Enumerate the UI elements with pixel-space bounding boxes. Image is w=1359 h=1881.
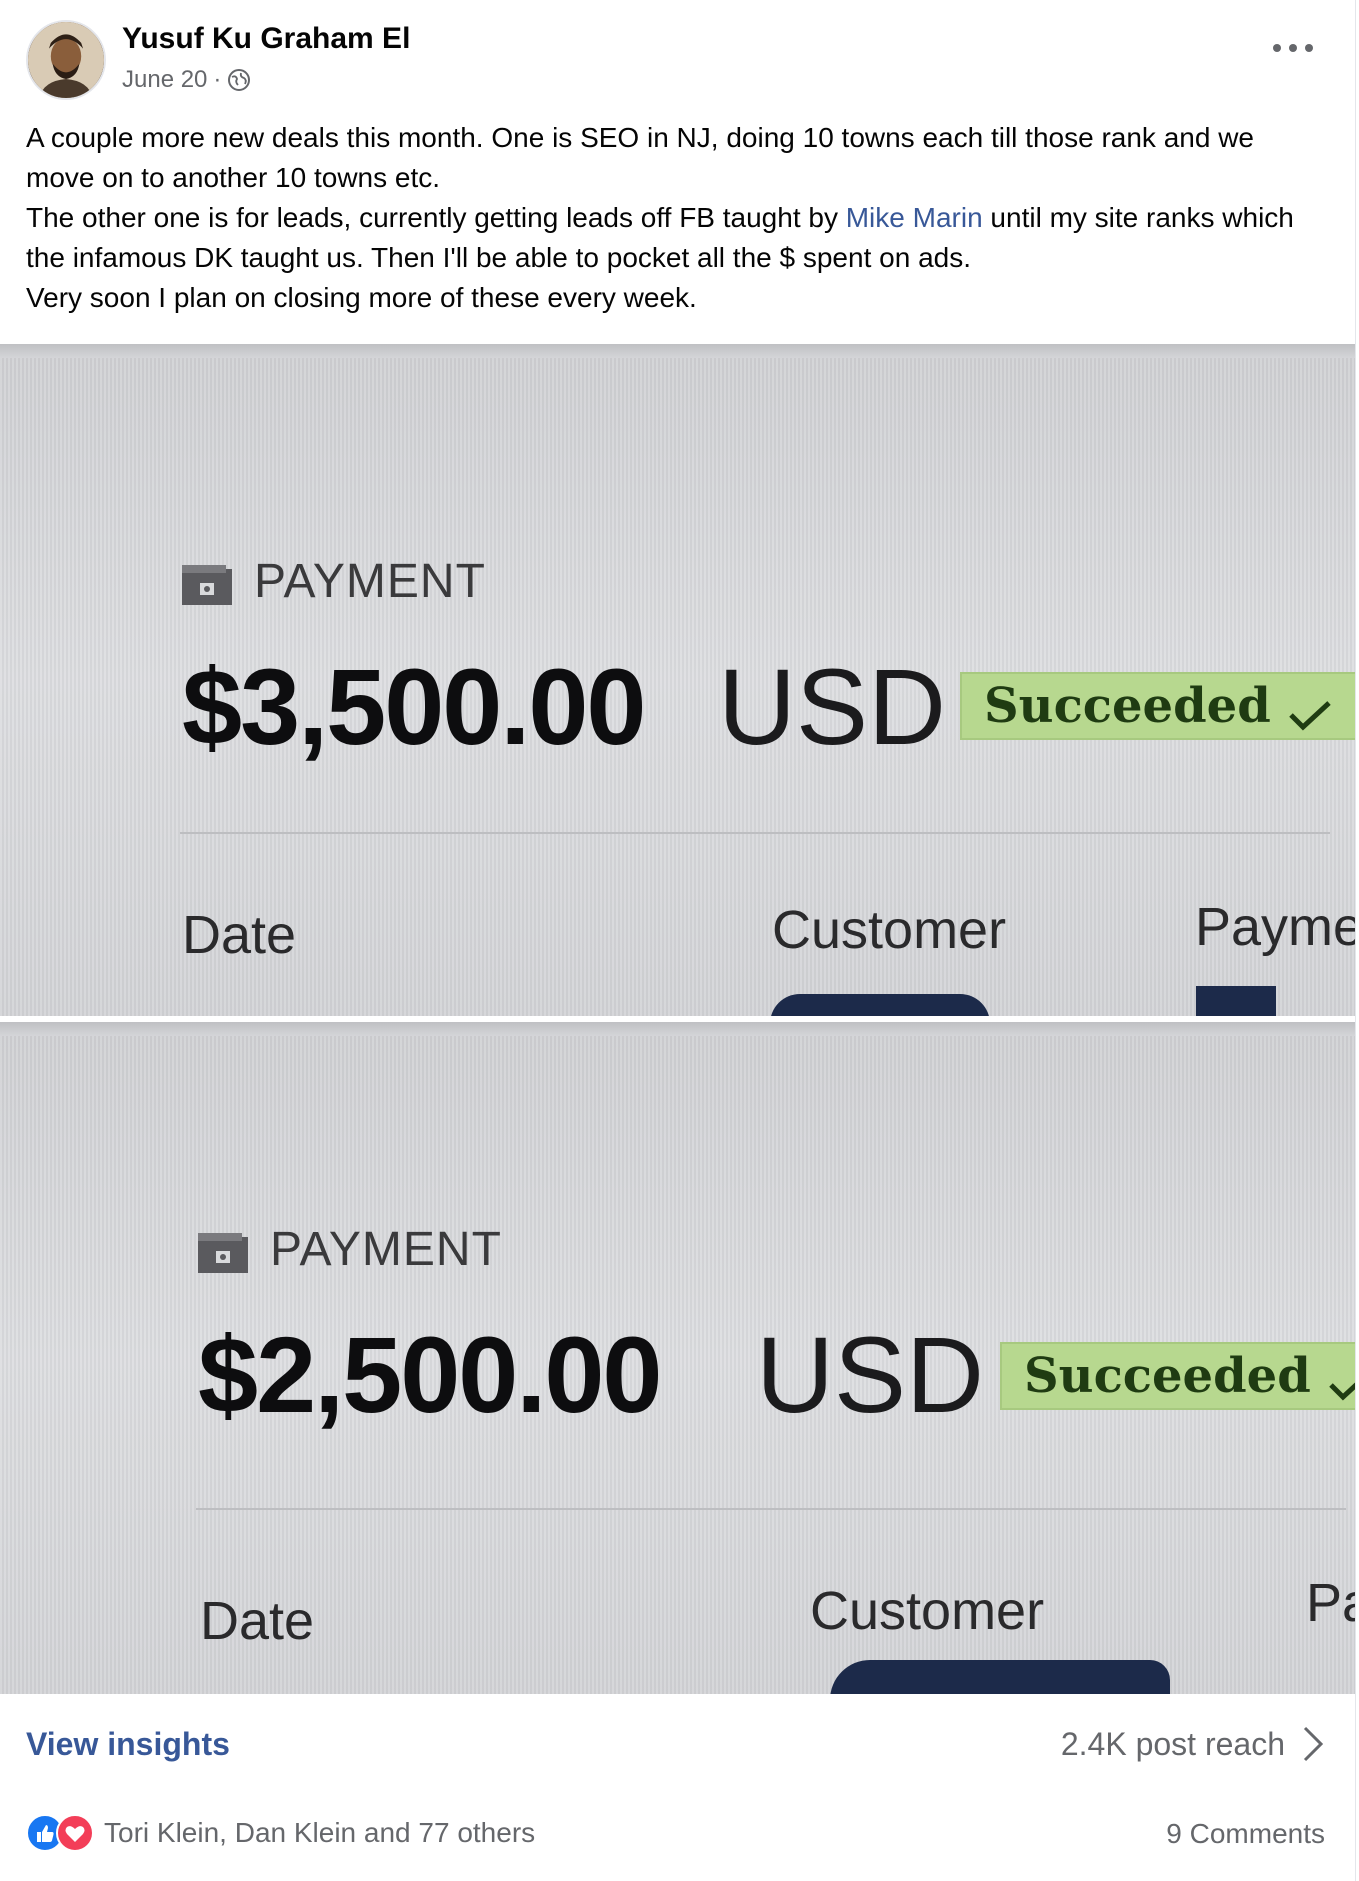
reaction-icons xyxy=(26,1814,94,1852)
chevron-right-icon[interactable] xyxy=(1301,1724,1325,1764)
column-header-customer: Customer xyxy=(810,1581,1045,1641)
payment-amount: $2,500.00 xyxy=(198,1314,662,1435)
column-header-payment: Payme xyxy=(1195,897,1355,957)
check-icon xyxy=(1327,1359,1355,1401)
meta-separator: · xyxy=(213,66,222,93)
payment-currency: USD xyxy=(756,1314,985,1435)
view-insights-link[interactable]: View insights xyxy=(26,1726,230,1763)
dot xyxy=(1273,44,1281,52)
photo-top-edge xyxy=(0,1022,1355,1036)
payment-label: PAYMENT xyxy=(198,1222,502,1277)
column-header-date: Date xyxy=(200,1591,315,1651)
post-date[interactable]: June 20 xyxy=(122,66,207,94)
more-options-icon[interactable] xyxy=(1273,38,1313,58)
status-text: Succeeded xyxy=(984,678,1271,734)
post-meta: June 20 · xyxy=(122,66,251,94)
reactions-summary[interactable]: Tori Klein, Dan Klein and 77 others xyxy=(26,1814,535,1852)
status-text: Succeeded xyxy=(1024,1348,1311,1404)
love-icon xyxy=(56,1814,94,1852)
payment-label-text: PAYMENT xyxy=(254,555,486,608)
dot xyxy=(1289,44,1297,52)
post-text-line: The other one is for leads, currently ge… xyxy=(26,198,1326,278)
wallet-icon xyxy=(182,562,232,605)
payment-label: PAYMENT xyxy=(182,554,486,609)
photo-top-edge xyxy=(0,344,1355,358)
facebook-post: Yusuf Ku Graham El June 20 · A couple mo… xyxy=(0,0,1356,1881)
mention-link[interactable]: Mike Marin xyxy=(846,202,983,233)
reactions-text[interactable]: Tori Klein, Dan Klein and 77 others xyxy=(104,1817,535,1849)
redaction-mark xyxy=(770,994,990,1016)
divider xyxy=(180,832,1330,834)
check-icon xyxy=(1287,689,1333,731)
column-header-customer: Customer xyxy=(772,900,1007,960)
post-text-line: Very soon I plan on closing more of thes… xyxy=(26,282,697,313)
post-header: Yusuf Ku Graham El June 20 · xyxy=(0,0,1355,110)
divider xyxy=(196,1508,1346,1510)
wallet-icon xyxy=(198,1230,248,1273)
globe-icon[interactable] xyxy=(227,68,251,92)
comments-count[interactable]: 9 Comments xyxy=(1166,1818,1325,1850)
post-footer: View insights 2.4K post reach Tori Klein… xyxy=(0,1696,1355,1881)
post-text: A couple more new deals this month. One … xyxy=(26,118,1326,318)
post-text-line: A couple more new deals this month. One … xyxy=(26,122,1254,193)
payment-amount: $3,500.00 xyxy=(182,646,646,767)
payment-currency: USD xyxy=(718,646,947,767)
redaction-mark xyxy=(830,1660,1170,1694)
status-badge: Succeeded xyxy=(960,672,1355,740)
redaction-mark xyxy=(1196,986,1276,1016)
column-header-payment: Pa xyxy=(1306,1573,1355,1633)
payment-label-text: PAYMENT xyxy=(270,1223,502,1276)
post-text-segment: The other one is for leads, currently ge… xyxy=(26,202,846,233)
status-badge: Succeeded xyxy=(1000,1342,1355,1410)
column-header-date: Date xyxy=(182,905,297,965)
post-reach[interactable]: 2.4K post reach xyxy=(1061,1726,1285,1763)
author-avatar[interactable] xyxy=(26,20,106,100)
payment-photo[interactable]: PAYMENT $3,500.00 USD Succeeded Date Cus… xyxy=(0,344,1355,1016)
payment-photo[interactable]: PAYMENT $2,500.00 USD Succeeded Date Cus… xyxy=(0,1022,1355,1694)
avatar-image xyxy=(28,22,104,98)
author-name[interactable]: Yusuf Ku Graham El xyxy=(122,22,410,56)
dot xyxy=(1305,44,1313,52)
